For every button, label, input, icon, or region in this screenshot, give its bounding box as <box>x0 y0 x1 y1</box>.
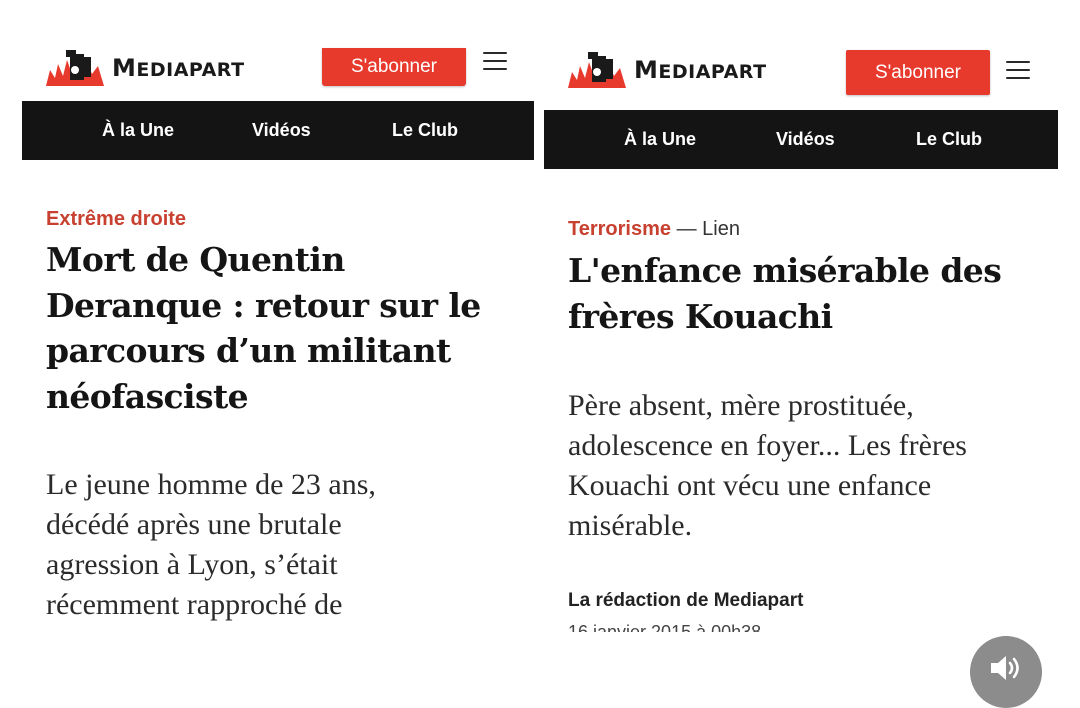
mediapart-logo[interactable]: MEDIAPART <box>568 50 767 90</box>
mediapart-logo-icon <box>568 52 626 88</box>
nav-a-la-une[interactable]: À la Une <box>102 101 174 160</box>
left-article-screenshot: MEDIAPART S'abonner À la Une Vidéos Le C… <box>22 0 534 632</box>
mediapart-wordmark: MEDIAPART <box>634 56 767 84</box>
main-navigation: À la Une Vidéos Le Club <box>544 110 1058 169</box>
nav-le-club[interactable]: Le Club <box>916 110 982 169</box>
mediapart-logo[interactable]: MEDIAPART <box>46 48 245 88</box>
hamburger-menu-icon[interactable] <box>1006 61 1030 79</box>
sound-toggle-button[interactable] <box>970 636 1042 708</box>
hamburger-menu-icon[interactable] <box>483 52 507 70</box>
nav-videos[interactable]: Vidéos <box>252 101 311 160</box>
subscribe-button[interactable]: S'abonner <box>322 48 466 86</box>
article-lede: Père absent, mère prostituée, adolescenc… <box>568 389 967 542</box>
right-article-screenshot: MEDIAPART S'abonner À la Une Vidéos Le C… <box>544 0 1058 632</box>
mediapart-wordmark: MEDIAPART <box>112 54 245 82</box>
article-headline[interactable]: L'enfance misérable des frères Kouachi <box>568 248 1054 339</box>
main-navigation: À la Une Vidéos Le Club <box>22 101 534 160</box>
article-category[interactable]: Terrorisme — Lien <box>568 218 740 241</box>
article-category[interactable]: Extrême droite <box>46 208 186 231</box>
mediapart-logo-icon <box>46 50 104 86</box>
article-date: 16 janvier 2015 à 00h38 <box>568 622 762 632</box>
nav-a-la-une[interactable]: À la Une <box>624 110 696 169</box>
nav-videos[interactable]: Vidéos <box>776 110 835 169</box>
article-author[interactable]: La rédaction de Mediapart <box>568 590 803 612</box>
article-lede: Le jeune homme de 23 ans, décédé après u… <box>46 468 376 621</box>
speaker-icon <box>991 656 1019 680</box>
subscribe-button[interactable]: S'abonner <box>846 50 990 95</box>
article-headline[interactable]: Mort de Quentin Deranque : retour sur le… <box>46 237 526 419</box>
nav-le-club[interactable]: Le Club <box>392 101 458 160</box>
